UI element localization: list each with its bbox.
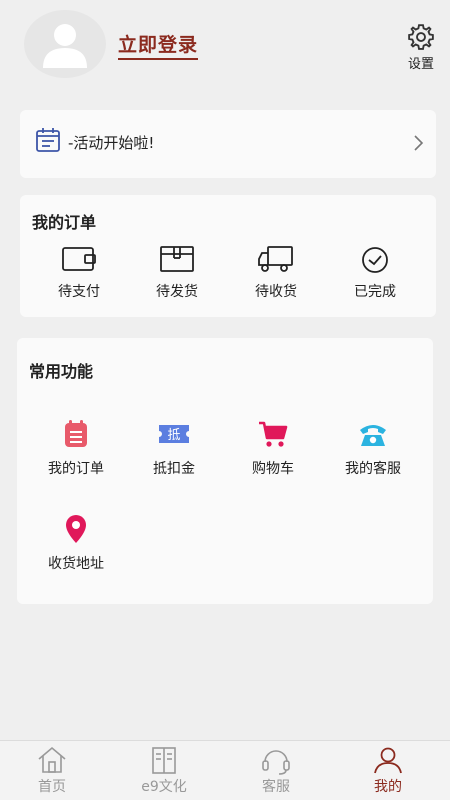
login-button[interactable]: 立即登录 xyxy=(118,30,199,60)
default-avatar-icon xyxy=(43,24,87,68)
tab-service[interactable]: 客服 xyxy=(236,745,316,796)
package-icon xyxy=(160,246,194,272)
home-icon xyxy=(38,746,66,773)
orders-card: 我的订单 待支付 待发货 待收货 已完成 xyxy=(20,195,436,317)
func-my-orders[interactable]: 我的订单 xyxy=(31,418,121,478)
func-my-orders-label: 我的订单 xyxy=(48,461,104,477)
order-pending-shipment-label: 待发货 xyxy=(156,284,198,300)
wallet-icon xyxy=(62,247,96,271)
settings-label: 设置 xyxy=(407,57,434,72)
tab-mine[interactable]: 我的 xyxy=(348,745,428,796)
cart-icon xyxy=(259,421,288,447)
book-icon xyxy=(152,747,176,774)
chevron-right-icon xyxy=(414,135,424,151)
order-pending-payment[interactable]: 待支付 xyxy=(39,243,119,301)
functions-title: 常用功能 xyxy=(29,362,94,381)
avatar[interactable] xyxy=(24,10,106,78)
tab-home[interactable]: 首页 xyxy=(12,745,92,796)
order-pending-receipt-label: 待收货 xyxy=(255,284,297,300)
func-customer-service[interactable]: 我的客服 xyxy=(328,418,418,478)
func-deduction-label: 抵扣金 xyxy=(153,461,195,477)
order-pending-payment-label: 待支付 xyxy=(58,284,100,300)
order-pending-receipt[interactable]: 待收货 xyxy=(236,243,316,301)
tab-mine-label: 我的 xyxy=(374,779,402,795)
func-address[interactable]: 收货地址 xyxy=(31,513,121,573)
bottom-tab-bar: 首页 e9文化 客服 我的 xyxy=(0,740,450,800)
order-pending-shipment[interactable]: 待发货 xyxy=(137,243,217,301)
profile-header: 立即登录 设置 xyxy=(0,0,450,95)
tab-culture[interactable]: e9文化 xyxy=(124,745,204,796)
func-customer-service-label: 我的客服 xyxy=(345,461,401,477)
gear-icon xyxy=(408,24,434,50)
func-cart-label: 购物车 xyxy=(252,461,294,477)
headset-icon xyxy=(262,750,290,775)
order-completed-label: 已完成 xyxy=(354,284,396,300)
func-cart[interactable]: 购物车 xyxy=(228,418,318,478)
settings-button[interactable]: 设置 xyxy=(400,22,442,72)
order-completed[interactable]: 已完成 xyxy=(335,243,415,301)
promo-text: -活动开始啦! xyxy=(68,134,155,152)
tab-service-label: 客服 xyxy=(262,779,290,795)
calendar-icon xyxy=(36,128,60,152)
order-list-icon xyxy=(65,420,87,447)
check-circle-icon xyxy=(362,247,388,273)
coupon-icon: 抵 xyxy=(159,425,189,443)
user-icon xyxy=(374,747,402,774)
tab-home-label: 首页 xyxy=(38,779,66,795)
truck-icon xyxy=(258,246,293,272)
promo-banner[interactable]: -活动开始啦! xyxy=(20,110,436,178)
coupon-glyph: 抵 xyxy=(167,428,180,443)
func-deduction[interactable]: 抵 抵扣金 xyxy=(129,418,219,478)
functions-card: 常用功能 我的订单 抵 抵扣金 购物车 我的客服 收货地址 xyxy=(17,338,433,604)
tab-culture-label: e9文化 xyxy=(141,779,187,795)
phone-icon xyxy=(360,425,386,446)
location-pin-icon xyxy=(66,515,86,543)
orders-title: 我的订单 xyxy=(32,213,97,232)
func-address-label: 收货地址 xyxy=(48,556,104,572)
